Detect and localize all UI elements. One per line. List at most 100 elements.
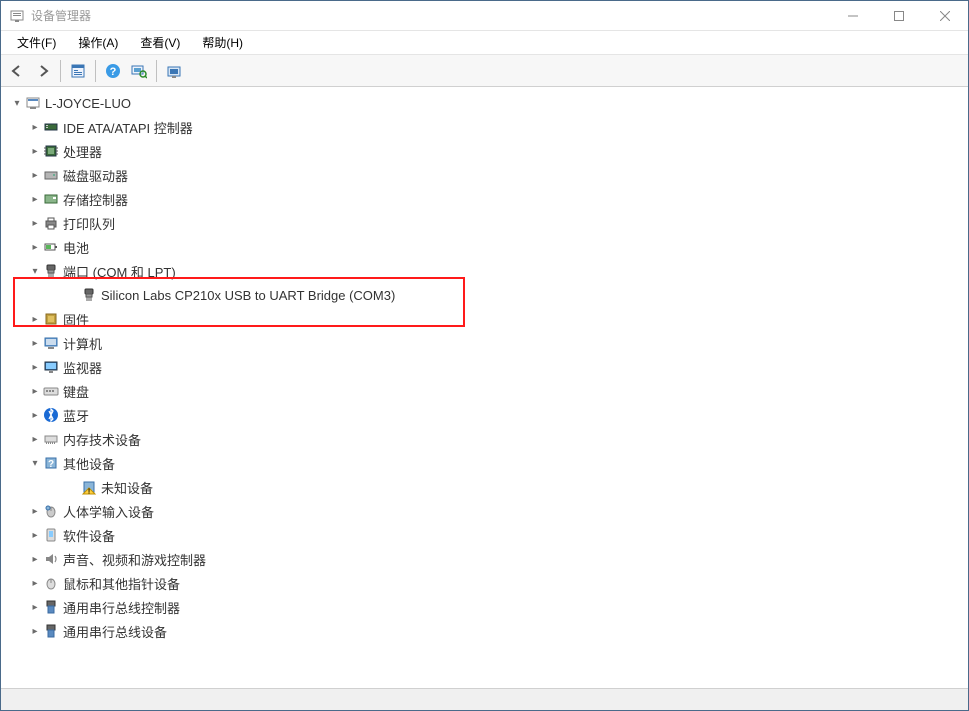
tree-item-13[interactable]: ▾? 其他设备 xyxy=(3,451,968,475)
expander-icon[interactable]: ▸ xyxy=(27,383,43,399)
keyboard-icon xyxy=(43,383,59,399)
expander-icon[interactable]: ▸ xyxy=(27,431,43,447)
expander-icon[interactable]: ▸ xyxy=(27,143,43,159)
expander-icon[interactable]: ▸ xyxy=(27,359,43,375)
maximize-button[interactable] xyxy=(876,1,922,31)
tree-node-label: 端口 (COM 和 LPT) xyxy=(63,262,176,281)
printer-icon xyxy=(43,215,59,231)
tree-item-6[interactable]: ▾ 端口 (COM 和 LPT) xyxy=(3,259,968,283)
tree-item-4[interactable]: ▸打印队列 xyxy=(3,211,968,235)
tree-item-6-0[interactable]: Silicon Labs CP210x USB to UART Bridge (… xyxy=(3,283,968,307)
svg-text:!: ! xyxy=(88,489,90,496)
tree-item-3[interactable]: ▸ 存储控制器 xyxy=(3,187,968,211)
tree-item-18[interactable]: ▸ 通用串行总线控制器 xyxy=(3,595,968,619)
tree-item-16[interactable]: ▸ 声音、视频和游戏控制器 xyxy=(3,547,968,571)
tree-item-7[interactable]: ▸固件 xyxy=(3,307,968,331)
tree-node-label: 键盘 xyxy=(63,382,89,401)
port-icon xyxy=(81,287,97,303)
expander-icon[interactable]: ▸ xyxy=(27,623,43,639)
menu-file[interactable]: 文件(F) xyxy=(7,31,66,54)
close-button[interactable] xyxy=(922,1,968,31)
memory-icon xyxy=(43,431,59,447)
computer-icon xyxy=(43,335,59,351)
back-button[interactable] xyxy=(5,59,29,83)
tree-item-5[interactable]: ▸ 电池 xyxy=(3,235,968,259)
tree-item-9[interactable]: ▸监视器 xyxy=(3,355,968,379)
tree-item-15[interactable]: ▸ 软件设备 xyxy=(3,523,968,547)
usb-icon xyxy=(43,623,59,639)
bluetooth-icon xyxy=(43,407,59,423)
tree-item-2[interactable]: ▸ 磁盘驱动器 xyxy=(3,163,968,187)
tree-item-0[interactable]: ▸IDE ATA/ATAPI 控制器 xyxy=(3,115,968,139)
scan-hardware-button[interactable] xyxy=(127,59,151,83)
tree-node-label: 处理器 xyxy=(63,142,102,161)
expander-icon[interactable]: ▸ xyxy=(27,503,43,519)
tree-item-17[interactable]: ▸鼠标和其他指针设备 xyxy=(3,571,968,595)
tree-node-label: 磁盘驱动器 xyxy=(63,166,128,185)
minimize-button[interactable] xyxy=(830,1,876,31)
expander-icon[interactable]: ▾ xyxy=(27,455,43,471)
toolbar-separator xyxy=(95,60,96,82)
tree-node-label: 通用串行总线控制器 xyxy=(63,598,180,617)
tree-node-label: 计算机 xyxy=(63,334,102,353)
svg-text:?: ? xyxy=(48,459,54,470)
audio-icon xyxy=(43,551,59,567)
device-manager-window: 设备管理器 文件(F) 操作(A) 查看(V) 帮助(H) ? ▾L-JOYCE… xyxy=(0,0,969,711)
forward-button[interactable] xyxy=(31,59,55,83)
tree-item-11[interactable]: ▸蓝牙 xyxy=(3,403,968,427)
expander-icon[interactable]: ▾ xyxy=(9,95,25,111)
menu-action[interactable]: 操作(A) xyxy=(68,31,128,54)
expander-icon[interactable]: ▸ xyxy=(27,575,43,591)
expander-icon[interactable]: ▸ xyxy=(27,335,43,351)
tree-node-label: 其他设备 xyxy=(63,454,115,473)
window-title: 设备管理器 xyxy=(31,7,830,24)
mouse-icon xyxy=(43,575,59,591)
battery-icon xyxy=(43,239,59,255)
tree-item-14[interactable]: ▸ 人体学输入设备 xyxy=(3,499,968,523)
expander-icon[interactable]: ▸ xyxy=(27,599,43,615)
tree-node-label: 电池 xyxy=(63,238,89,257)
expander-icon[interactable]: ▸ xyxy=(27,191,43,207)
software-icon xyxy=(43,527,59,543)
tree-item-13-0[interactable]: !未知设备 xyxy=(3,475,968,499)
expander-icon[interactable]: ▸ xyxy=(27,407,43,423)
tree-item-10[interactable]: ▸ 键盘 xyxy=(3,379,968,403)
show-hidden-button[interactable] xyxy=(162,59,186,83)
toolbar: ? xyxy=(1,55,968,87)
other-icon: ? xyxy=(43,455,59,471)
tree-item-19[interactable]: ▸通用串行总线设备 xyxy=(3,619,968,643)
app-icon xyxy=(9,8,25,24)
tree-node-label: 人体学输入设备 xyxy=(63,502,154,521)
toolbar-separator xyxy=(156,60,157,82)
help-button[interactable]: ? xyxy=(101,59,125,83)
expander-icon[interactable]: ▸ xyxy=(27,119,43,135)
properties-button[interactable] xyxy=(66,59,90,83)
root-icon xyxy=(25,95,41,111)
expander-icon[interactable]: ▸ xyxy=(27,215,43,231)
menu-view[interactable]: 查看(V) xyxy=(130,31,190,54)
expander-icon[interactable]: ▸ xyxy=(27,527,43,543)
content-area: ▾L-JOYCE-LUO▸IDE ATA/ATAPI 控制器▸处理器▸磁盘驱动器… xyxy=(1,87,968,688)
device-tree[interactable]: ▾L-JOYCE-LUO▸IDE ATA/ATAPI 控制器▸处理器▸磁盘驱动器… xyxy=(1,87,968,688)
expander-icon[interactable] xyxy=(65,479,81,495)
tree-item-8[interactable]: ▸ 计算机 xyxy=(3,331,968,355)
menu-help[interactable]: 帮助(H) xyxy=(192,31,253,54)
hid-icon xyxy=(43,503,59,519)
firmware-icon xyxy=(43,311,59,327)
tree-node-label: 软件设备 xyxy=(63,526,115,545)
tree-node-label: 存储控制器 xyxy=(63,190,128,209)
expander-icon[interactable]: ▸ xyxy=(27,311,43,327)
usb-icon xyxy=(43,599,59,615)
tree-item-1[interactable]: ▸ 处理器 xyxy=(3,139,968,163)
svg-text:?: ? xyxy=(110,66,117,78)
statusbar xyxy=(1,688,968,710)
expander-icon[interactable]: ▸ xyxy=(27,239,43,255)
tree-item-12[interactable]: ▸内存技术设备 xyxy=(3,427,968,451)
expander-icon[interactable] xyxy=(65,287,81,303)
expander-icon[interactable]: ▸ xyxy=(27,167,43,183)
expander-icon[interactable]: ▸ xyxy=(27,551,43,567)
expander-icon[interactable]: ▾ xyxy=(27,263,43,279)
toolbar-separator xyxy=(60,60,61,82)
tree-node-label: 声音、视频和游戏控制器 xyxy=(63,550,206,569)
tree-root[interactable]: ▾L-JOYCE-LUO xyxy=(3,91,968,115)
